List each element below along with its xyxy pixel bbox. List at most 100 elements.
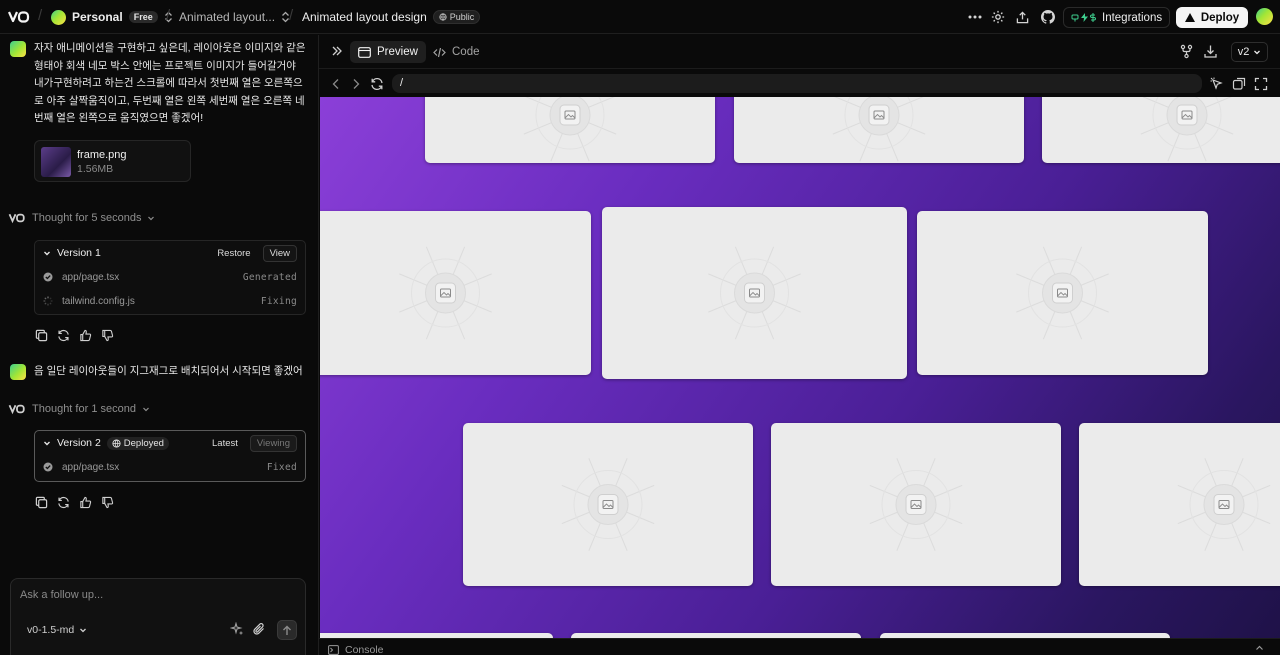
file-status: Fixed <box>266 461 297 473</box>
dollar-icon <box>1090 13 1096 22</box>
top-bar: / Personal Free / Animated layout... / A… <box>0 0 1280 34</box>
copy-icon[interactable] <box>35 496 48 509</box>
v0-logo[interactable] <box>8 9 30 25</box>
thought-toggle-1[interactable]: Thought for 5 seconds <box>8 210 155 226</box>
project-card <box>917 211 1208 375</box>
collapse-sidebar-icon[interactable] <box>331 45 343 57</box>
user-message-2: 음 일단 레이아웃들이 지그재그로 배치되어서 시작되면 좋겠어 <box>34 365 303 377</box>
file-row[interactable]: app/page.tsx Fixed <box>35 455 305 479</box>
workspace-switcher[interactable]: Personal Free <box>51 8 173 26</box>
project-card <box>463 423 753 586</box>
version-title: Version 1 <box>57 247 101 259</box>
settings-button[interactable] <box>989 8 1007 26</box>
integrations-button[interactable]: Integrations <box>1063 7 1171 28</box>
chat-title[interactable]: Animated layout design Public <box>302 8 481 26</box>
console-bar[interactable]: Console <box>319 638 1280 655</box>
integrations-label: Integrations <box>1102 11 1163 24</box>
file-path: app/page.tsx <box>62 461 120 473</box>
project-card <box>771 423 1061 586</box>
download-icon[interactable] <box>1203 44 1218 59</box>
paperclip-icon[interactable] <box>252 622 266 636</box>
console-label: Console <box>345 644 384 655</box>
message-actions-2 <box>35 496 114 509</box>
attachment-thumbnail <box>41 147 71 177</box>
version-select-value: v2 <box>1237 46 1250 58</box>
breadcrumb-separator: / <box>38 7 43 24</box>
version-header[interactable]: Version 1 Restore View <box>35 241 305 265</box>
thought-label: Thought for 5 seconds <box>32 212 142 224</box>
chat-composer[interactable]: Ask a follow up... v0-1.5-md <box>10 578 306 655</box>
tab-preview-label: Preview <box>377 46 418 58</box>
sparkle-icon[interactable] <box>230 622 244 636</box>
thought-toggle-2[interactable]: Thought for 1 second <box>8 401 150 417</box>
breadcrumb-separator: / <box>166 7 171 24</box>
inspect-cursor-icon[interactable] <box>1210 77 1224 91</box>
triangle-icon <box>1184 13 1195 22</box>
tab-code[interactable]: Code <box>425 41 488 63</box>
view-button[interactable]: View <box>262 244 297 262</box>
fullscreen-icon[interactable] <box>1254 77 1268 91</box>
deploy-label: Deploy <box>1200 11 1240 24</box>
code-icon <box>433 47 446 57</box>
fork-icon[interactable] <box>1179 44 1194 59</box>
send-button[interactable] <box>277 620 297 640</box>
deploy-button[interactable]: Deploy <box>1176 7 1248 28</box>
upload-icon <box>1016 10 1028 23</box>
project-switcher[interactable]: Animated layout... <box>179 8 290 26</box>
github-button[interactable] <box>1039 8 1057 26</box>
chevron-up-icon[interactable] <box>1255 644 1264 652</box>
console-toggle[interactable]: Console <box>328 644 384 655</box>
attachment-name: frame.png <box>77 149 127 161</box>
spinner-icon <box>43 296 53 306</box>
open-in-new-icon[interactable] <box>1232 77 1246 91</box>
refresh-icon[interactable] <box>370 77 384 91</box>
chat-panel: 자자 애니메이션을 구현하고 싶은데, 레이아웃은 이미지와 같은 형태야 회색… <box>0 35 318 655</box>
file-row[interactable]: tailwind.config.js Fixing <box>35 289 305 313</box>
thumbs-down-icon[interactable] <box>101 496 114 509</box>
latest-label: Latest <box>212 437 238 449</box>
model-selector[interactable]: v0-1.5-md <box>27 624 87 636</box>
share-button[interactable] <box>1013 8 1031 26</box>
viewing-button: Viewing <box>249 434 297 452</box>
url-input[interactable]: / <box>392 74 1202 93</box>
tab-code-label: Code <box>452 46 480 58</box>
more-options-button[interactable] <box>966 8 984 26</box>
file-row[interactable]: app/page.tsx Generated <box>35 265 305 289</box>
image-placeholder-icon <box>399 246 492 340</box>
project-card <box>734 97 1024 163</box>
thumbs-up-icon[interactable] <box>79 329 92 342</box>
terminal-icon <box>328 645 339 655</box>
chevron-down-icon <box>143 407 149 412</box>
image-placeholder-icon <box>1177 458 1271 551</box>
model-name: v0-1.5-md <box>27 624 75 636</box>
deployed-label: Deployed <box>123 437 164 449</box>
arrow-up-icon <box>283 625 291 635</box>
visibility-badge[interactable]: Public <box>432 10 481 24</box>
tab-preview[interactable]: Preview <box>350 41 426 63</box>
bolt-icon <box>1081 13 1088 22</box>
regenerate-icon[interactable] <box>57 329 70 342</box>
preview-toolbar: Preview Code v2 <box>319 35 1280 69</box>
version-title: Version 2 <box>57 437 101 449</box>
version-header[interactable]: Version 2 Deployed Latest Viewing <box>35 431 305 455</box>
restore-button[interactable]: Restore <box>211 246 256 261</box>
thumbs-down-icon[interactable] <box>101 329 114 342</box>
workspace-avatar <box>51 9 66 25</box>
user-avatar[interactable] <box>1256 8 1273 25</box>
plug-icon <box>1071 14 1079 22</box>
copy-icon[interactable] <box>35 329 48 342</box>
version-select[interactable]: v2 <box>1231 42 1268 62</box>
chevron-down-icon <box>80 628 87 633</box>
visibility-label: Public <box>449 12 475 22</box>
follow-up-input[interactable]: Ask a follow up... <box>20 589 103 601</box>
address-bar: / <box>319 71 1280 97</box>
image-placeholder-icon <box>523 97 617 162</box>
regenerate-icon[interactable] <box>57 496 70 509</box>
file-path: app/page.tsx <box>62 271 120 283</box>
image-placeholder-icon <box>561 458 655 551</box>
check-circle-icon <box>43 272 53 282</box>
thumbs-up-icon[interactable] <box>79 496 92 509</box>
attachment-card[interactable]: frame.png 1.56MB <box>34 140 191 182</box>
forward-icon[interactable] <box>349 77 363 91</box>
back-icon[interactable] <box>329 77 343 91</box>
